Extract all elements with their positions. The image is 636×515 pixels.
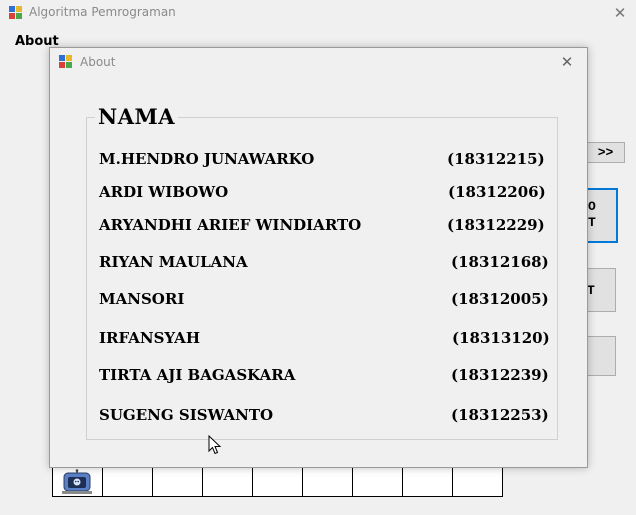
members-groupbox: NAMA M.HENDRO JUNAWARKO (18312215) ARDI … [86,104,558,440]
member-name: MANSORI [99,290,185,308]
grid-cell [303,466,353,497]
partially-hidden-button-3[interactable] [586,336,616,376]
member-nim: (18312253) [451,406,549,424]
member-nim: (18312239) [451,366,549,384]
partially-hidden-button-2-label: T [587,283,595,298]
partially-hidden-button-2[interactable]: T [586,268,616,312]
grid-cell [103,466,153,497]
grid-cell [153,466,203,497]
dialog-title: About [80,55,116,69]
app-icon [9,6,23,20]
member-nim: (18312229) [447,216,545,234]
partially-hidden-button-1[interactable]: O T [586,188,618,243]
about-dialog: About ✕ NAMA M.HENDRO JUNAWARKO (1831221… [49,47,588,468]
dialog-titlebar[interactable]: About ✕ [50,48,587,76]
main-close-button[interactable]: ✕ [610,3,630,23]
member-nim: (18313120) [452,329,550,347]
member-nim: (18312215) [447,150,545,168]
robot-icon [62,469,92,494]
dialog-close-button[interactable]: ✕ [557,52,577,72]
partially-hidden-button-1-label: O T [588,199,596,230]
grid-cell [353,466,403,497]
member-name: M.HENDRO JUNAWARKO [99,150,315,168]
member-name: RIYAN MAULANA [99,253,248,271]
group-title: NAMA [95,104,179,129]
grid-cell [453,466,503,497]
grid-cell [52,466,103,497]
member-name: IRFANSYAH [99,329,200,347]
member-name: TIRTA AJI BAGASKARA [99,366,296,384]
grid-cell [203,466,253,497]
dialog-icon [59,55,73,69]
main-titlebar: Algoritma Pemrograman ✕ [0,0,636,28]
member-nim: (18312206) [448,183,546,201]
member-nim: (18312005) [451,290,549,308]
grid-cell [253,466,303,497]
member-nim: (18312168) [451,253,549,271]
cell-row [52,466,503,497]
member-name: SUGENG SISWANTO [99,406,274,424]
main-window-title: Algoritma Pemrograman [29,5,176,19]
member-name: ARYANDHI ARIEF WINDIARTO [99,216,362,234]
member-name: ARDI WIBOWO [99,183,229,201]
mouse-cursor-icon [208,435,222,455]
grid-cell [403,466,453,497]
next-button[interactable]: >> [586,142,625,163]
